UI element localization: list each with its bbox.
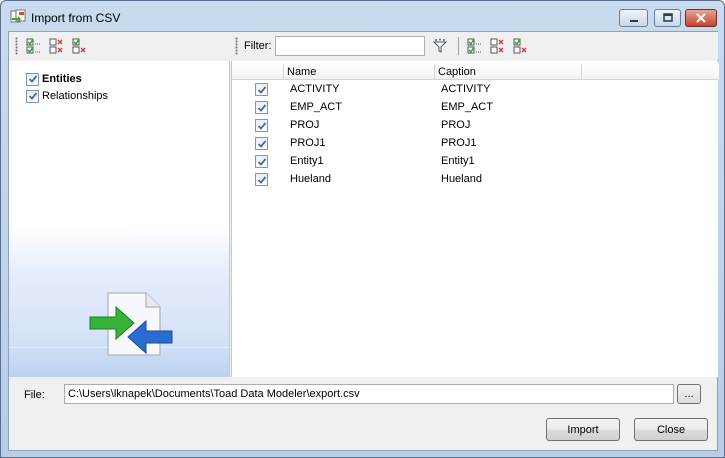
row-name: ACTIVITY <box>290 83 340 95</box>
check-all-icon[interactable] <box>465 37 483 55</box>
filter-label: Filter: <box>244 40 272 52</box>
check-all-icon[interactable] <box>24 37 42 55</box>
row-name: PROJ1 <box>290 137 326 149</box>
filter-funnel-icon[interactable] <box>431 37 449 55</box>
check-mark-icon <box>257 85 266 94</box>
row-checkbox[interactable] <box>255 173 268 186</box>
table-row[interactable]: PROJ1 PROJ1 <box>232 135 719 153</box>
toolbar-separator <box>457 37 459 55</box>
file-label: File: <box>24 389 45 401</box>
maximize-icon <box>662 13 673 22</box>
row-checkbox[interactable] <box>255 155 268 168</box>
dialog-client-area: Filter: Entities Relationships Name Capt… <box>8 31 719 451</box>
row-caption: Hueland <box>441 173 482 185</box>
row-name: Hueland <box>290 173 331 185</box>
row-checkbox[interactable] <box>255 83 268 96</box>
browse-button[interactable]: ... <box>677 384 701 404</box>
right-toolbar: Filter: <box>231 32 718 60</box>
check-mark-icon <box>257 139 266 148</box>
tree-item-label: Relationships <box>42 90 109 102</box>
check-mark-icon <box>28 92 37 100</box>
close-icon <box>696 13 706 23</box>
maximize-button[interactable] <box>654 9 681 27</box>
window-title: Import from CSV <box>31 11 121 25</box>
table-row[interactable]: EMP_ACT EMP_ACT <box>232 99 719 117</box>
uncheck-all-icon[interactable] <box>488 37 506 55</box>
minimize-button[interactable] <box>619 9 648 27</box>
column-header-name[interactable]: Name <box>284 64 435 80</box>
row-caption: EMP_ACT <box>441 101 493 113</box>
table-row[interactable]: Hueland Hueland <box>232 171 719 189</box>
grid-header: Name Caption <box>232 64 719 80</box>
row-name: Entity1 <box>290 155 324 167</box>
table-row[interactable]: Entity1 Entity1 <box>232 153 719 171</box>
check-mark-icon <box>28 75 37 83</box>
table-row[interactable]: ACTIVITY ACTIVITY <box>232 81 719 99</box>
table-row[interactable]: PROJ PROJ <box>232 117 719 135</box>
check-mark-icon <box>257 103 266 112</box>
objects-grid: Name Caption ACTIVITY ACTIVITY EMP_ACT EMP_… <box>231 61 719 377</box>
tree-item-label: Entities <box>42 73 82 85</box>
title-bar[interactable]: Import from CSV <box>1 1 724 32</box>
row-caption: PROJ1 <box>441 137 477 149</box>
tree-item-entities[interactable]: Entities <box>26 71 82 87</box>
row-checkbox[interactable] <box>255 137 268 150</box>
filter-input[interactable] <box>274 36 425 56</box>
check-mark-icon <box>257 157 266 166</box>
close-button[interactable]: Close <box>634 418 708 441</box>
row-checkbox[interactable] <box>255 119 268 132</box>
column-header-caption[interactable]: Caption <box>435 64 582 80</box>
csv-import-illustration-icon <box>89 292 173 356</box>
invert-selection-icon[interactable] <box>511 37 529 55</box>
import-button[interactable]: Import <box>546 418 620 441</box>
file-path-input[interactable] <box>64 384 674 404</box>
row-name: EMP_ACT <box>290 101 342 113</box>
close-window-button[interactable] <box>685 9 717 27</box>
left-toolbar <box>9 32 230 60</box>
check-mark-icon <box>257 121 266 130</box>
tree-item-relationships[interactable]: Relationships <box>26 88 108 104</box>
row-checkbox[interactable] <box>255 101 268 114</box>
import-csv-window: Import from CSV Filter: Entities Relatio… <box>0 0 725 458</box>
row-caption: Entity1 <box>441 155 475 167</box>
relationships-checkbox[interactable] <box>26 89 39 103</box>
column-header-check[interactable] <box>232 64 284 80</box>
toolbar-grip[interactable] <box>235 37 238 55</box>
entities-checkbox[interactable] <box>26 72 39 86</box>
invert-selection-icon[interactable] <box>70 37 88 55</box>
row-caption: PROJ <box>441 119 471 131</box>
object-type-tree: Entities Relationships <box>9 61 230 377</box>
uncheck-all-icon[interactable] <box>47 37 65 55</box>
minimize-icon <box>629 20 638 22</box>
app-icon <box>10 9 26 25</box>
row-name: PROJ <box>290 119 320 131</box>
row-caption: ACTIVITY <box>441 83 491 95</box>
toolbar-grip[interactable] <box>15 37 18 55</box>
check-mark-icon <box>257 175 266 184</box>
